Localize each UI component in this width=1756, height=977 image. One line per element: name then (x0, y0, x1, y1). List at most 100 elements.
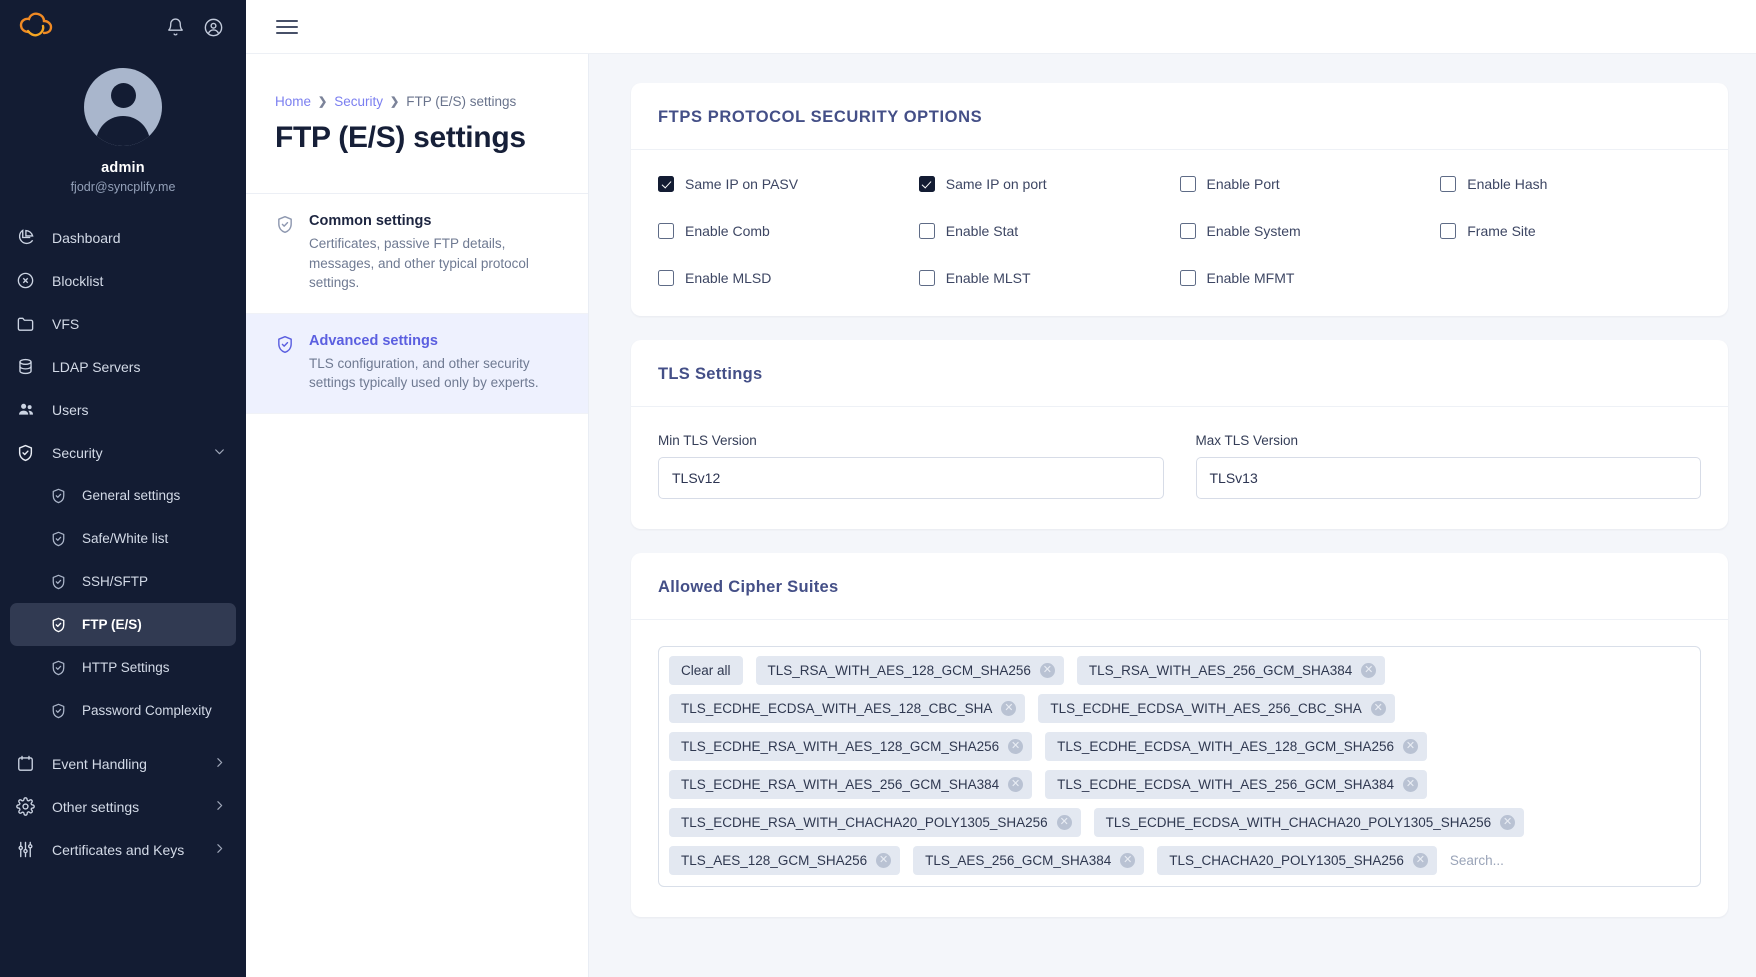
checkbox-box[interactable] (918, 176, 935, 192)
remove-circle-icon[interactable]: ✕ (1500, 815, 1516, 830)
sidebar-item-certificates-and-keys[interactable]: Certificates and Keys (0, 828, 246, 871)
breadcrumb-security[interactable]: Security (334, 94, 383, 109)
checkbox-label: Enable Port (1206, 176, 1280, 192)
checkbox-same-ip-on-port[interactable]: Same IP on port (918, 176, 1180, 192)
sidebar-item-event-handling[interactable]: Event Handling (0, 742, 246, 785)
remove-circle-icon[interactable]: ✕ (1120, 853, 1136, 868)
shield-check-icon (50, 530, 76, 548)
remove-circle-icon[interactable]: ✕ (1370, 701, 1386, 716)
card-title: FTPS PROTOCOL SECURITY OPTIONS (658, 108, 983, 126)
remove-circle-icon[interactable]: ✕ (1039, 663, 1055, 678)
cipher-chip: TLS_ECDHE_RSA_WITH_AES_256_GCM_SHA384 ✕ (669, 770, 1033, 799)
checkbox-box[interactable] (658, 270, 674, 286)
shield-check-icon (50, 573, 76, 591)
sidebar-item-dashboard[interactable]: Dashboard (0, 216, 246, 259)
sidebar-item-http-settings[interactable]: HTTP Settings (0, 646, 246, 689)
remove-circle-icon[interactable]: ✕ (1403, 739, 1419, 754)
database-icon (16, 357, 46, 376)
cipher-chip-label: TLS_AES_128_GCM_SHA256 (681, 853, 868, 868)
checkbox-box[interactable] (658, 176, 674, 192)
cipher-chip-label: TLS_ECDHE_ECDSA_WITH_CHACHA20_POLY1305_S… (1105, 815, 1492, 830)
sidebar-item-other-settings[interactable]: Other settings (0, 785, 246, 828)
max-tls-version-select[interactable]: TLSv13 (1195, 457, 1701, 499)
syncplify-cloud-logo[interactable] (18, 12, 54, 42)
avatar[interactable] (84, 68, 162, 146)
checkbox-box[interactable] (1440, 176, 1457, 192)
cipher-search-input[interactable] (1449, 853, 1690, 868)
cipher-chip-label: TLS_ECDHE_ECDSA_WITH_AES_256_CBC_SHA (1050, 701, 1362, 716)
bell-icon[interactable] (166, 17, 185, 37)
sidebar-item-ftp-es[interactable]: FTP (E/S) (10, 603, 236, 646)
sidebar-item-safe-white-list[interactable]: Safe/White list (0, 517, 246, 560)
sidebar-item-ssh-sftp[interactable]: SSH/SFTP (0, 560, 246, 603)
remove-circle-icon[interactable]: ✕ (1008, 777, 1024, 792)
chevron-right-icon[interactable] (213, 842, 226, 858)
chevron-right-icon: ❯ (318, 96, 328, 108)
checkbox-box[interactable] (1179, 223, 1196, 239)
shield-check-icon (50, 616, 76, 634)
cipher-chip-label: TLS_ECDHE_RSA_WITH_CHACHA20_POLY1305_SHA… (681, 815, 1048, 830)
sidebar-item-general-settings[interactable]: General settings (0, 474, 246, 517)
checkbox-enable-stat[interactable]: Enable Stat (918, 223, 1180, 239)
checkbox-box[interactable] (918, 223, 935, 239)
cipher-chip: TLS_ECDHE_RSA_WITH_CHACHA20_POLY1305_SHA… (669, 808, 1081, 837)
sidebar-item-password-complexity[interactable]: Password Complexity (0, 689, 246, 732)
hamburger-bar (276, 31, 298, 34)
remove-circle-icon[interactable]: ✕ (1008, 739, 1024, 754)
chevron-down-icon[interactable] (213, 445, 226, 461)
sidebar-item-label: Safe/White list (82, 531, 169, 546)
remove-circle-icon[interactable]: ✕ (1412, 853, 1428, 868)
cipher-chip: TLS_RSA_WITH_AES_256_GCM_SHA384 ✕ (1076, 656, 1386, 685)
sidebar-item-ldap-servers[interactable]: LDAP Servers (0, 345, 246, 388)
card-body: Clear all TLS_RSA_WITH_AES_128_GCM_SHA25… (631, 620, 1728, 917)
min-tls-version-select[interactable]: TLSv12 (658, 457, 1164, 499)
checkbox-frame-site[interactable]: Frame Site (1440, 223, 1701, 239)
checkbox-label: Enable Comb (685, 223, 770, 239)
checkbox-box[interactable] (1440, 223, 1457, 239)
sidebar-item-blocklist[interactable]: Blocklist (0, 259, 246, 302)
checkbox-enable-system[interactable]: Enable System (1179, 223, 1441, 239)
settings-tile-common[interactable]: Common settings Certificates, passive FT… (246, 194, 588, 314)
shield-check-icon (50, 659, 76, 677)
hamburger-menu-icon[interactable] (276, 16, 298, 38)
sidebar-item-security[interactable]: Security (0, 431, 246, 474)
chevron-right-icon[interactable] (213, 756, 226, 772)
sidebar-item-label: Certificates and Keys (52, 841, 185, 858)
remove-circle-icon[interactable]: ✕ (876, 853, 892, 868)
remove-circle-icon[interactable]: ✕ (1056, 815, 1072, 830)
settings-tile-advanced[interactable]: Advanced settings TLS configuration, and… (246, 313, 588, 414)
sidebar-item-users[interactable]: Users (0, 388, 246, 431)
clear-all-button[interactable]: Clear all (669, 656, 743, 685)
block-circle-icon (16, 271, 46, 290)
sidebar-item-label: Password Complexity (82, 703, 212, 718)
cipher-chip: TLS_ECDHE_ECDSA_WITH_AES_128_GCM_SHA256 ✕ (1045, 732, 1428, 761)
max-tls-version-field: Max TLS Version TLSv13 (1195, 433, 1701, 499)
cipher-chip-label: TLS_CHACHA20_POLY1305_SHA256 (1169, 853, 1404, 868)
min-tls-version-field: Min TLS Version TLSv12 (658, 433, 1164, 499)
checkbox-enable-mlst[interactable]: Enable MLST (918, 270, 1180, 286)
checkbox-enable-hash[interactable]: Enable Hash (1440, 176, 1701, 192)
checkbox-enable-comb[interactable]: Enable Comb (658, 223, 919, 239)
chevron-right-icon[interactable] (213, 799, 226, 815)
remove-circle-icon[interactable]: ✕ (1001, 701, 1017, 716)
checkbox-box[interactable] (1179, 270, 1196, 286)
breadcrumb-home[interactable]: Home (275, 94, 311, 109)
checkbox-same-ip-on-pasv[interactable]: Same IP on PASV (658, 176, 919, 192)
remove-circle-icon[interactable]: ✕ (1361, 663, 1377, 678)
sidebar-item-vfs[interactable]: VFS (0, 302, 246, 345)
profile-email: fjodr@syncplify.me (70, 180, 176, 194)
account-circle-icon[interactable] (203, 17, 224, 38)
checkbox-box[interactable] (918, 270, 935, 286)
cipher-chip-label: TLS_RSA_WITH_AES_256_GCM_SHA384 (1088, 663, 1353, 678)
checkbox-enable-mlsd[interactable]: Enable MLSD (658, 270, 919, 286)
checkbox-box[interactable] (658, 223, 674, 239)
cipher-suites-chip-input[interactable]: Clear all TLS_RSA_WITH_AES_128_GCM_SHA25… (658, 646, 1701, 887)
checkbox-enable-port[interactable]: Enable Port (1179, 176, 1441, 192)
checkbox-box[interactable] (1179, 176, 1196, 192)
sliders-icon (16, 840, 46, 859)
remove-circle-icon[interactable]: ✕ (1403, 777, 1419, 792)
folder-icon (16, 314, 46, 333)
checkbox-enable-mfmt[interactable]: Enable MFMT (1179, 270, 1441, 286)
sidebar-item-label: FTP (E/S) (82, 617, 142, 632)
card-body: Same IP on PASV Same IP on port Enable P… (631, 150, 1728, 316)
